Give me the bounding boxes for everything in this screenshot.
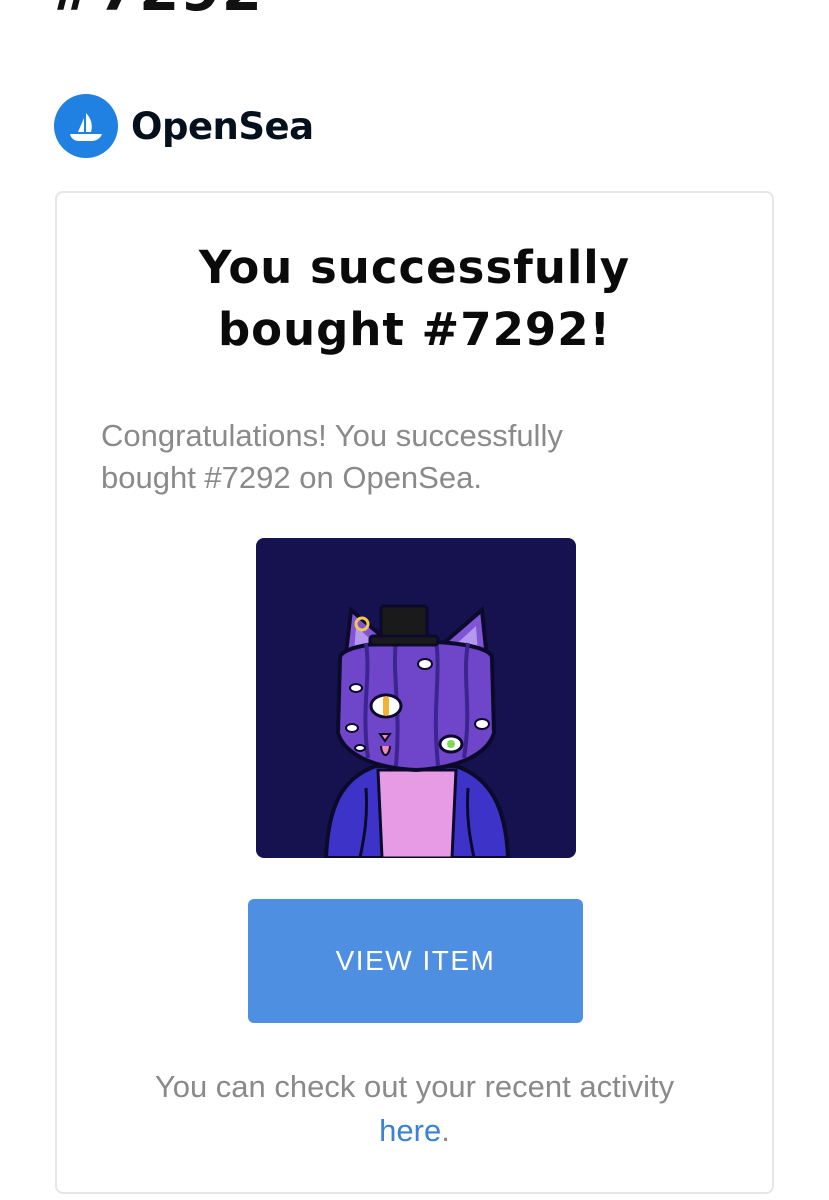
brand-header: OpenSea — [54, 94, 314, 158]
recent-activity-link[interactable]: here — [379, 1113, 441, 1148]
brand-name: OpenSea — [131, 104, 314, 148]
headline: You successfully bought #7292! — [198, 241, 631, 356]
footer-note: You can check out your recent activity h… — [57, 1065, 772, 1153]
footer-text: You can check out your recent activity — [154, 1069, 675, 1104]
purple-cat-nft-image — [256, 538, 576, 858]
congrats-message: Congratulations! You successfully bought… — [101, 418, 563, 495]
view-item-button[interactable]: VIEW ITEM — [248, 899, 583, 1023]
footer-period: . — [441, 1113, 450, 1148]
opensea-ship-icon — [54, 94, 118, 158]
page-title-cut: #7292 — [48, 0, 263, 24]
purchase-card: You successfully bought #7292! Congratul… — [55, 191, 774, 1194]
